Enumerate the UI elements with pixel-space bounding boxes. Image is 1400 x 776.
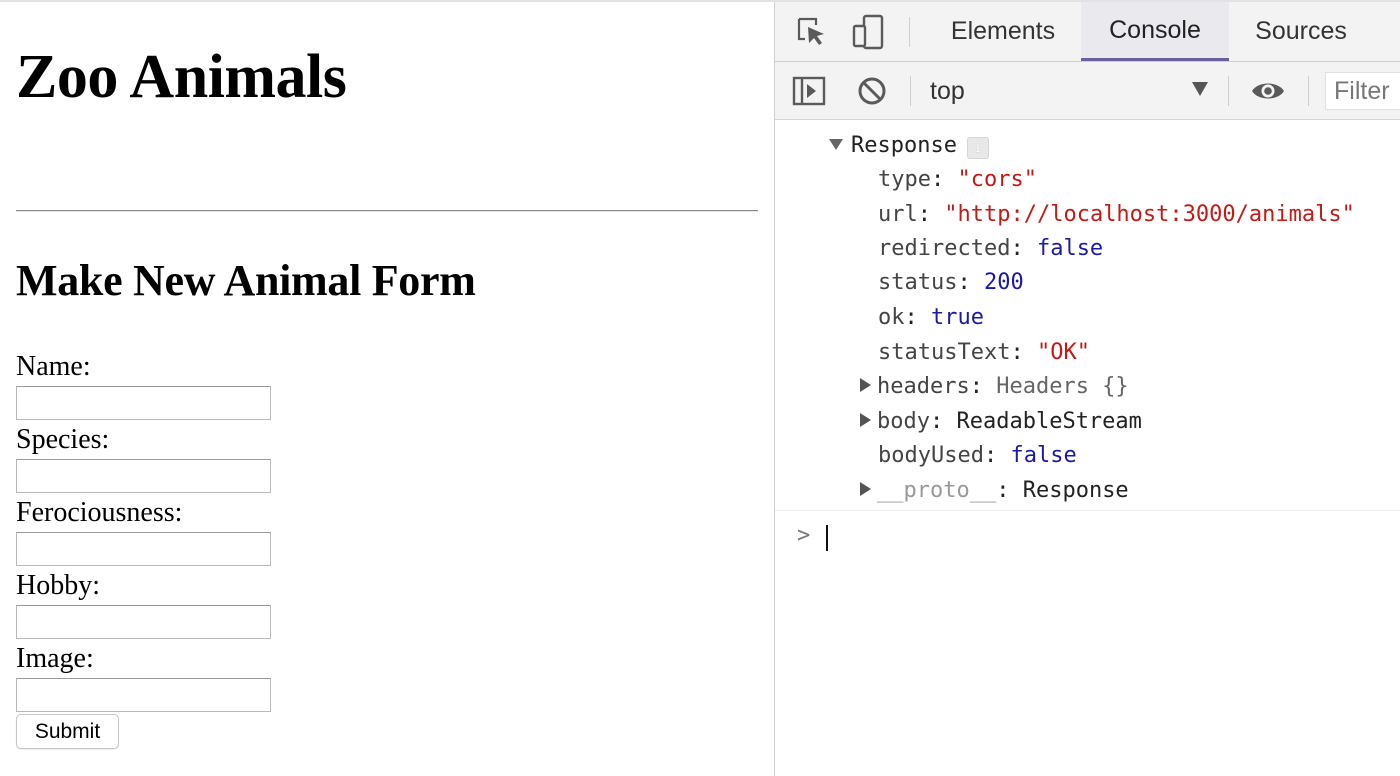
hobby-label: Hobby: — [16, 570, 100, 601]
property-key: type — [878, 167, 931, 192]
property-row: url: "http://localhost:3000/animals" — [878, 202, 1355, 227]
property-value: 200 — [983, 270, 1024, 295]
property-key: redirected — [878, 236, 1011, 261]
submit-button[interactable]: Submit — [16, 714, 119, 749]
tab-elements[interactable]: Elements — [927, 2, 1079, 61]
expand-triangle-icon — [860, 482, 871, 496]
hobby-input[interactable] — [16, 605, 271, 639]
property-row: status: 200 — [878, 270, 1024, 295]
property-row-expandable[interactable]: headers: Headers {} — [860, 371, 1129, 403]
ferociousness-label: Ferociousness: — [16, 497, 183, 528]
expand-triangle-icon — [860, 378, 871, 392]
page-title: Zoo Animals — [16, 43, 347, 111]
devtools-tabbar: Elements Console Sources — [775, 2, 1400, 62]
response-object-header[interactable]: Response i — [829, 130, 989, 162]
property-key: bodyUsed — [878, 443, 984, 468]
object-name: Response — [851, 133, 957, 158]
tab-console[interactable]: Console — [1081, 2, 1229, 61]
property-key: ok — [878, 305, 905, 330]
property-row: statusText: "OK" — [878, 340, 1090, 365]
cursor-select-icon[interactable] — [791, 12, 831, 52]
property-row: type: "cors" — [878, 167, 1037, 192]
property-value: "http://localhost:3000/animals" — [944, 202, 1355, 227]
expand-triangle-icon — [829, 139, 843, 150]
toolbar-separator — [910, 76, 911, 106]
expand-triangle-icon — [860, 413, 871, 427]
filter-input[interactable] — [1325, 72, 1400, 110]
device-toolbar-icon[interactable] — [848, 12, 888, 52]
property-key: __proto__ — [877, 478, 997, 503]
tab-sources[interactable]: Sources — [1233, 2, 1369, 61]
screen: Zoo Animals Make New Animal Form Name: S… — [0, 0, 1400, 776]
property-key: statusText — [878, 340, 1011, 365]
context-selector[interactable]: top — [930, 72, 1220, 110]
property-row-expandable[interactable]: body: ReadableStream — [860, 406, 1142, 438]
toolbar-separator — [1308, 76, 1309, 106]
property-value: false — [1036, 236, 1104, 261]
console-prompt[interactable]: > — [797, 523, 810, 548]
live-expression-icon[interactable] — [1248, 71, 1288, 111]
form-title: Make New Animal Form — [16, 256, 476, 305]
image-input[interactable] — [16, 678, 271, 712]
console-divider — [775, 510, 1400, 511]
property-row: ok: true — [878, 305, 984, 330]
property-key: headers — [877, 374, 970, 399]
info-icon[interactable]: i — [966, 137, 989, 159]
name-input[interactable] — [16, 386, 271, 420]
property-value: "OK" — [1036, 340, 1090, 365]
web-page: Zoo Animals Make New Animal Form Name: S… — [0, 2, 774, 776]
context-label: top — [930, 76, 965, 105]
devtools-panel: Elements Console Sources top Filter Resp… — [774, 2, 1400, 776]
toolbar-separator — [1228, 76, 1229, 106]
property-row-expandable[interactable]: __proto__: Response — [860, 475, 1129, 507]
property-row: bodyUsed: false — [878, 443, 1077, 468]
property-value: ReadableStream — [956, 409, 1142, 434]
property-value: Response — [1022, 478, 1129, 503]
property-value: true — [931, 305, 984, 330]
console-output: Response i type: "cors" url: "http://loca… — [775, 120, 1400, 776]
show-sidebar-icon[interactable] — [789, 71, 829, 111]
clear-console-icon[interactable] — [852, 71, 892, 111]
name-label: Name: — [16, 351, 91, 382]
property-key: status — [878, 270, 958, 295]
property-key: url — [878, 202, 918, 227]
text-cursor — [826, 525, 828, 551]
toolbar-separator — [909, 17, 910, 47]
property-value: "cors" — [957, 167, 1037, 192]
console-toolbar: top — [775, 62, 1400, 120]
species-input[interactable] — [16, 459, 271, 493]
image-label: Image: — [16, 643, 94, 674]
divider — [16, 210, 758, 212]
ferociousness-input[interactable] — [16, 532, 271, 566]
species-label: Species: — [16, 424, 110, 455]
property-key: body — [877, 409, 930, 434]
property-row: redirected: false — [878, 236, 1104, 261]
chevron-down-icon — [1192, 82, 1208, 96]
property-value: false — [1010, 443, 1077, 468]
property-value: Headers {} — [996, 374, 1129, 399]
